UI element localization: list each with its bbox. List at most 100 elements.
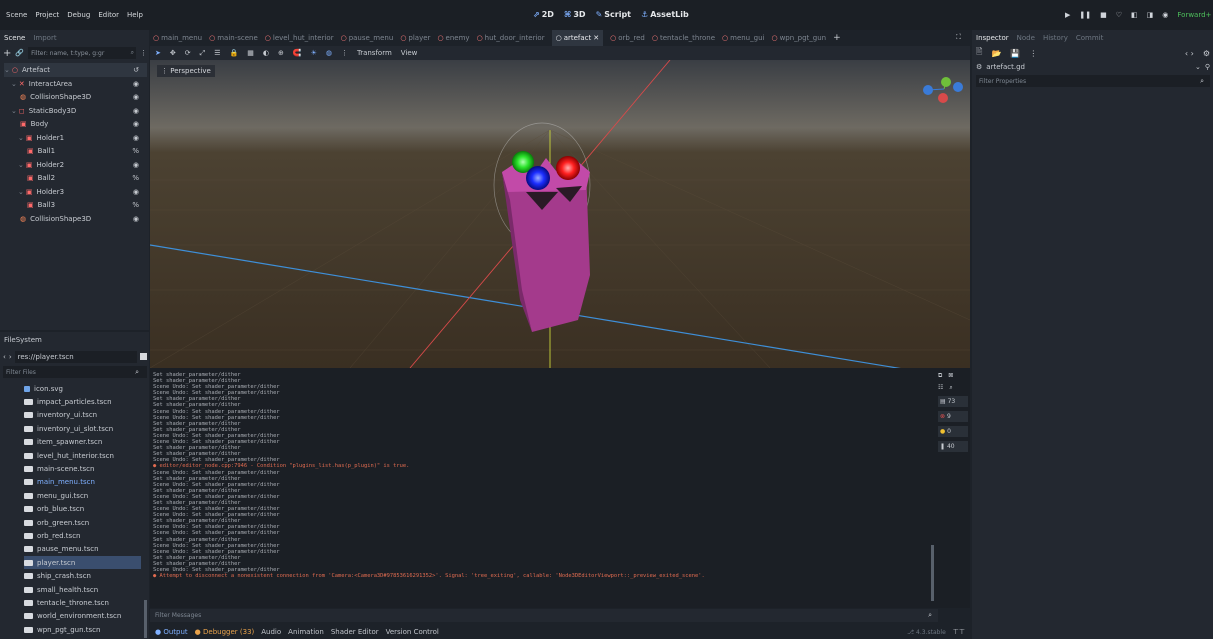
3d-viewport[interactable]: ⋮ Perspective — [150, 60, 970, 368]
mode-script[interactable]: ✎ Script — [596, 10, 631, 19]
warnings-filter[interactable]: ● 0 — [938, 426, 968, 437]
perspective-menu[interactable]: ⋮ Perspective — [157, 65, 215, 77]
tree-node-ball2[interactable]: ▣ Ball2% — [25, 171, 147, 185]
menu-help[interactable]: Help — [127, 11, 143, 19]
visibility-icon[interactable]: ↺ — [133, 66, 139, 74]
play-scene-icon[interactable]: ◧ — [1131, 11, 1138, 19]
tab-version-control[interactable]: Version Control — [386, 628, 439, 636]
file-item[interactable]: inventory_ui.tscn — [24, 409, 141, 422]
distraction-free-icon[interactable]: ⛶ — [956, 33, 961, 42]
tree-node-collisionshape3d[interactable]: ◍ CollisionShape3D ◉ — [18, 212, 147, 226]
file-filter-input[interactable]: Filter Files ⌕ — [3, 366, 147, 378]
tree-node-ball1[interactable]: ▣ Ball1% — [25, 144, 147, 158]
env-icon[interactable]: ◍ — [326, 49, 332, 57]
pause-icon[interactable]: ❚❚ — [1079, 11, 1091, 19]
tab-output[interactable]: ● Output — [155, 628, 188, 636]
tab-main-scene[interactable]: ○ main-scene — [209, 34, 258, 42]
inspected-resource[interactable]: artefact.gd — [986, 63, 1025, 71]
mode-2d[interactable]: ⇗ 2D — [533, 10, 554, 19]
tree-node-holder2[interactable]: ⌄ ▣ Holder2 ◉ — [18, 158, 147, 172]
tree-node-holder1[interactable]: ⌄ ▣ Holder1 ◉ — [18, 131, 147, 145]
file-item[interactable]: impact_particles.tscn — [24, 395, 141, 408]
new-resource-icon[interactable]: 🖹 — [976, 46, 982, 60]
visibility-icon[interactable]: ◉ — [133, 93, 139, 101]
renderer-select[interactable]: Forward+ — [1177, 11, 1211, 19]
expand-icon[interactable]: ⌄ — [11, 107, 17, 115]
expand-icon[interactable]: ⌄ — [18, 161, 24, 169]
tab-menu_gui[interactable]: ○ menu_gui — [722, 34, 764, 42]
file-item[interactable]: main-scene.tscn — [24, 462, 141, 475]
chevron-down-icon[interactable]: ⌄ — [1195, 63, 1201, 71]
search-toggle-icon[interactable]: ⌕ — [949, 384, 952, 392]
tab-pause_menu[interactable]: ○ pause_menu — [341, 34, 394, 42]
tab-level_hut_interior[interactable]: ○ level_hut_interior — [265, 34, 334, 42]
tab-scene[interactable]: Scene — [4, 34, 25, 42]
tab-wpn_pgt_gun[interactable]: ○ wpn_pgt_gun — [771, 34, 826, 42]
tab-shader-editor[interactable]: Shader Editor — [331, 628, 379, 636]
tab-history[interactable]: History — [1043, 34, 1068, 42]
view-menu[interactable]: View — [401, 49, 418, 57]
tab-node[interactable]: Node — [1017, 34, 1035, 42]
clear-icon[interactable]: ⊠ — [948, 372, 953, 380]
pin-panel-icon[interactable]: ⊤⊤ — [953, 628, 970, 636]
tools-icon[interactable]: ⚙ — [1203, 49, 1210, 58]
messages-filter[interactable]: ▤ 73 — [938, 396, 968, 407]
expand-icon[interactable]: ⌄ — [18, 188, 24, 196]
link-icon[interactable]: 🔗 — [15, 49, 24, 57]
tab-tentacle_throne[interactable]: ○ tentacle_throne — [652, 34, 715, 42]
remote-debug-icon[interactable]: ♡ — [1116, 11, 1122, 19]
tab-inspector[interactable]: Inspector — [976, 34, 1009, 42]
output-scrollbar[interactable] — [931, 545, 934, 601]
rotate-icon[interactable]: ⟳ — [185, 49, 191, 57]
menu-scene[interactable]: Scene — [6, 11, 27, 19]
transform-menu[interactable]: Transform — [357, 49, 392, 57]
visibility-icon[interactable]: ◉ — [133, 188, 139, 196]
tab-artefact[interactable]: ○ artefact ✕ — [551, 30, 604, 46]
message-filter-input[interactable]: Filter Messages ⌕ — [150, 609, 938, 622]
tree-node-staticbody3d[interactable]: ⌄ ◻ StaticBody3D ◉ — [11, 104, 147, 118]
visibility-icon[interactable]: % — [132, 174, 139, 182]
file-item[interactable]: ship_crash.tscn — [24, 570, 141, 583]
tree-node-body[interactable]: ▣ Body ◉ — [18, 117, 147, 131]
scale-icon[interactable]: ⤢ — [200, 49, 206, 58]
visibility-icon[interactable]: ◉ — [133, 80, 139, 88]
lock-icon[interactable]: 🔒 — [230, 49, 239, 57]
mode-assetlib[interactable]: ⚓ AssetLib — [641, 10, 689, 19]
tab-hut_door_interior[interactable]: ○ hut_door_interior — [477, 34, 545, 42]
menu-editor[interactable]: Editor — [98, 11, 119, 19]
filesystem-scrollbar[interactable] — [144, 600, 147, 638]
blue-orb[interactable] — [526, 166, 550, 190]
expand-icon[interactable]: ⌄ — [4, 66, 10, 74]
expand-icon[interactable]: ⌄ — [18, 134, 24, 142]
tab-audio[interactable]: Audio — [261, 628, 281, 636]
visibility-icon[interactable]: ◉ — [133, 161, 139, 169]
tab-debugger[interactable]: ● Debugger (33) — [195, 628, 255, 636]
info-filter[interactable]: ❚ 40 — [938, 441, 968, 452]
copy-icon[interactable]: ⧉ — [938, 372, 942, 380]
visibility-icon[interactable]: % — [132, 201, 139, 209]
file-item[interactable]: icon.svg — [24, 382, 141, 395]
file-item[interactable]: inventory_ui_slot.tscn — [24, 422, 141, 435]
local-icon[interactable]: ⊕ — [278, 49, 284, 57]
move-icon[interactable]: ✥ — [170, 49, 176, 57]
save-icon[interactable]: 💾 — [1010, 49, 1020, 58]
errors-filter[interactable]: ⊗ 9 — [938, 411, 968, 422]
visibility-icon[interactable]: ◉ — [133, 107, 139, 115]
mode-3d[interactable]: ⌘ 3D — [564, 10, 586, 19]
file-item[interactable]: orb_green.tscn — [24, 516, 141, 529]
ruler-icon[interactable]: ◐ — [263, 49, 269, 57]
path-field[interactable]: res://player.tscn — [14, 350, 137, 363]
file-item[interactable]: level_hut_interior.tscn — [24, 449, 141, 462]
file-item[interactable]: wpn_pgt_gun.tscn — [24, 623, 141, 636]
property-filter-input[interactable]: Filter Properties ⌕ — [976, 75, 1210, 87]
tree-node-holder3[interactable]: ⌄ ▣ Holder3 ◉ — [18, 185, 147, 199]
file-item[interactable]: orb_blue.tscn — [24, 503, 141, 516]
tab-animation[interactable]: Animation — [288, 628, 324, 636]
menu-debug[interactable]: Debug — [67, 11, 90, 19]
file-item[interactable]: world_environment.tscn — [24, 610, 141, 623]
file-item[interactable]: item_spawner.tscn — [24, 436, 141, 449]
close-icon[interactable]: ✕ — [593, 34, 599, 42]
visibility-icon[interactable]: ◉ — [133, 215, 139, 223]
tab-enemy[interactable]: ○ enemy — [437, 34, 469, 42]
expand-icon[interactable]: ⌄ — [11, 80, 17, 88]
